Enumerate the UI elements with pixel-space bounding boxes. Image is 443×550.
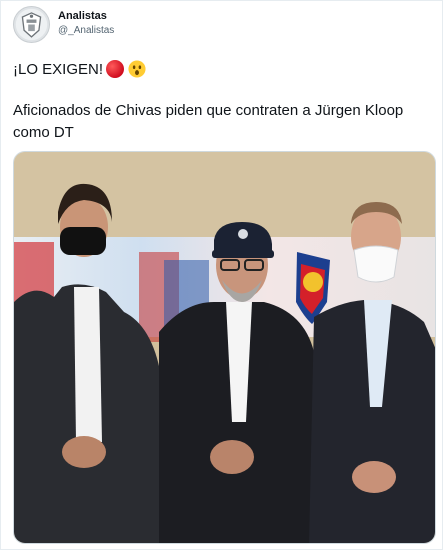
tweet-photo[interactable] bbox=[13, 151, 436, 544]
author-display-name[interactable]: Analistas bbox=[58, 10, 107, 22]
tweet-card[interactable]: Analistas @_Analistas ¡LO EXIGEN! Aficio… bbox=[0, 0, 443, 550]
tweet-body: Aficionados de Chivas piden que contrate… bbox=[13, 102, 404, 141]
club-crest-icon bbox=[15, 8, 48, 41]
author-avatar[interactable] bbox=[13, 6, 50, 43]
photo-three-men-icon bbox=[14, 152, 435, 543]
tweet-headline: ¡LO EXIGEN! bbox=[13, 60, 104, 78]
tweet-headline-row: ¡LO EXIGEN! bbox=[13, 60, 146, 78]
red-circle-emoji bbox=[106, 60, 125, 78]
astonished-face-emoji bbox=[128, 60, 146, 78]
author-handle[interactable]: @_Analistas bbox=[58, 25, 114, 36]
